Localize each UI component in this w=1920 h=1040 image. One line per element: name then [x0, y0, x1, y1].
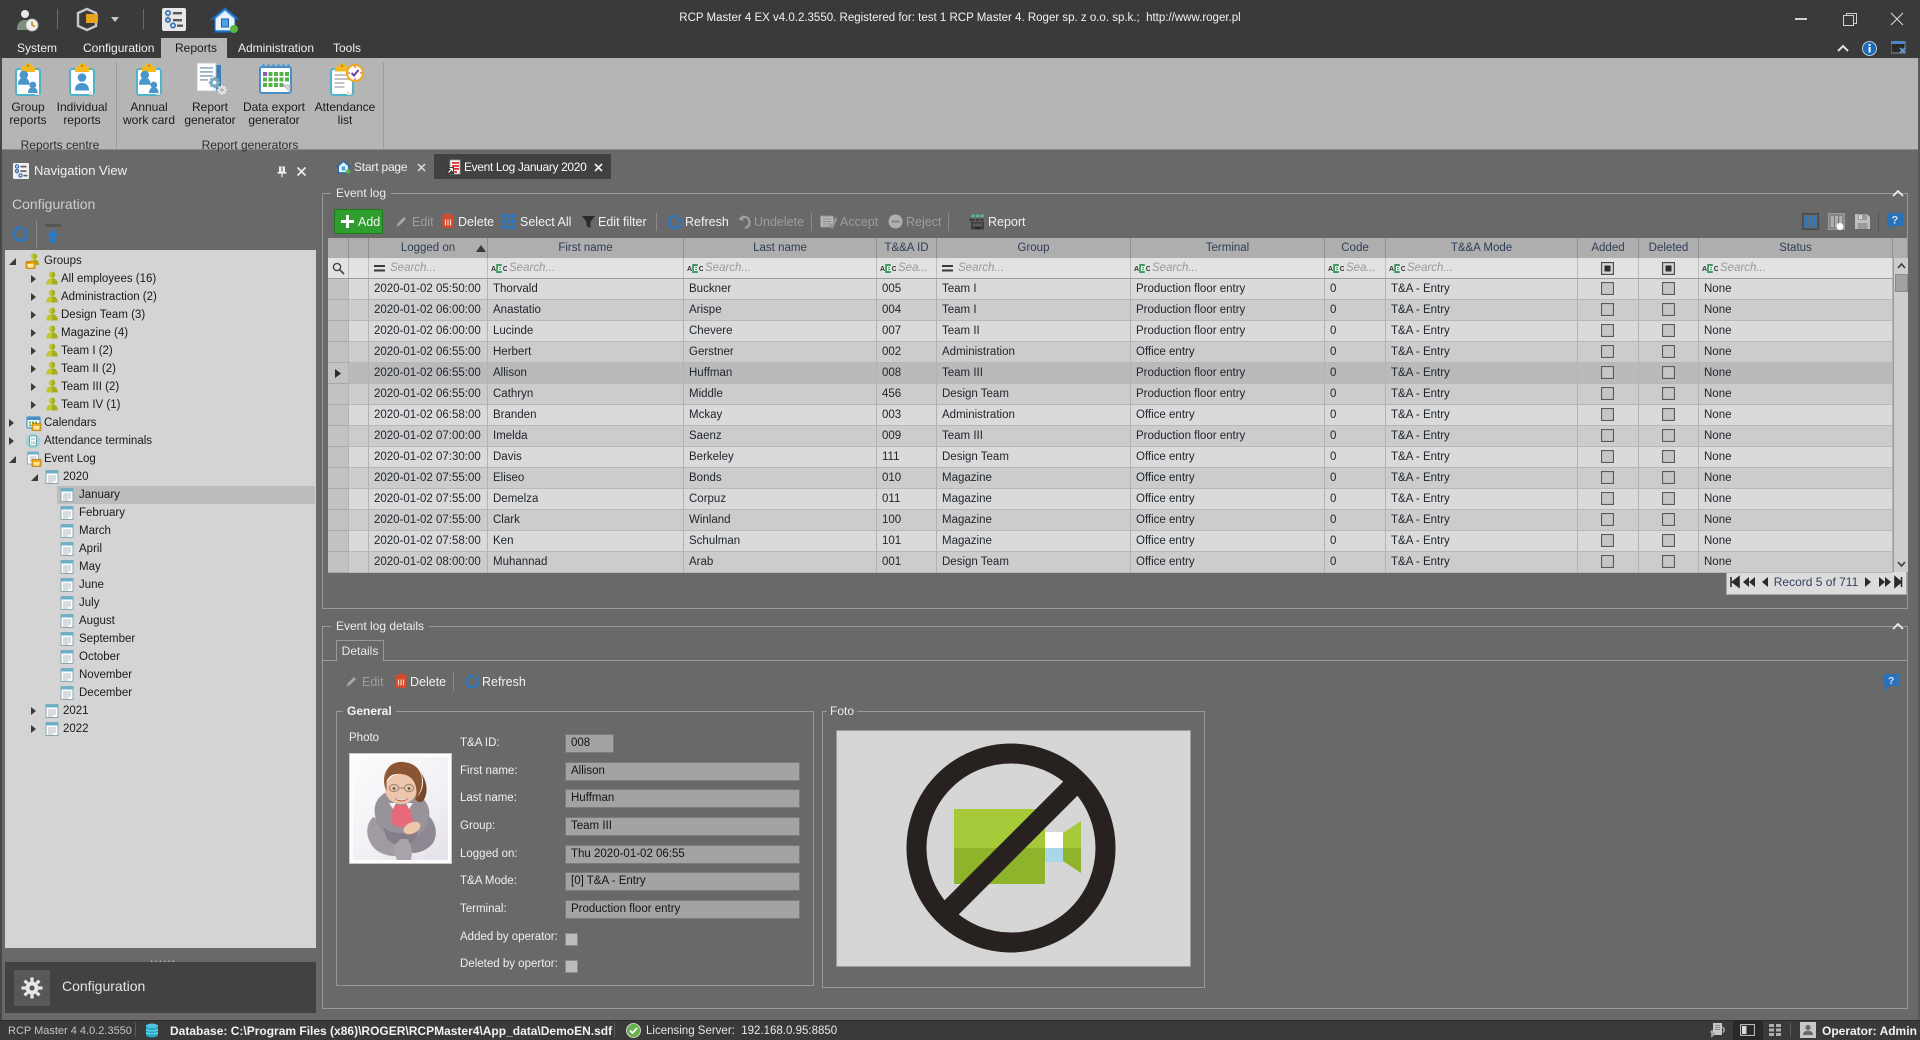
svg-text:?: ? [1892, 215, 1899, 227]
svg-text:C: C [699, 266, 703, 273]
svg-text:C: C [1146, 266, 1150, 273]
svg-text:C: C [1340, 266, 1344, 273]
svg-text:A: A [687, 266, 692, 273]
svg-text:A: A [1134, 266, 1139, 273]
svg-text:?: ? [1888, 675, 1894, 687]
svg-text:A: A [491, 266, 496, 273]
svg-text:A: A [1702, 266, 1707, 273]
svg-text:A: A [1328, 266, 1333, 273]
svg-text:C: C [1401, 266, 1405, 273]
svg-text:C: C [503, 266, 507, 273]
svg-text:C: C [1714, 266, 1718, 273]
svg-text:A: A [1389, 266, 1394, 273]
svg-text:A: A [880, 266, 885, 273]
svg-text:C: C [892, 266, 896, 273]
svg-text:Record 5 of 711: Record 5 of 711 [1774, 575, 1859, 589]
